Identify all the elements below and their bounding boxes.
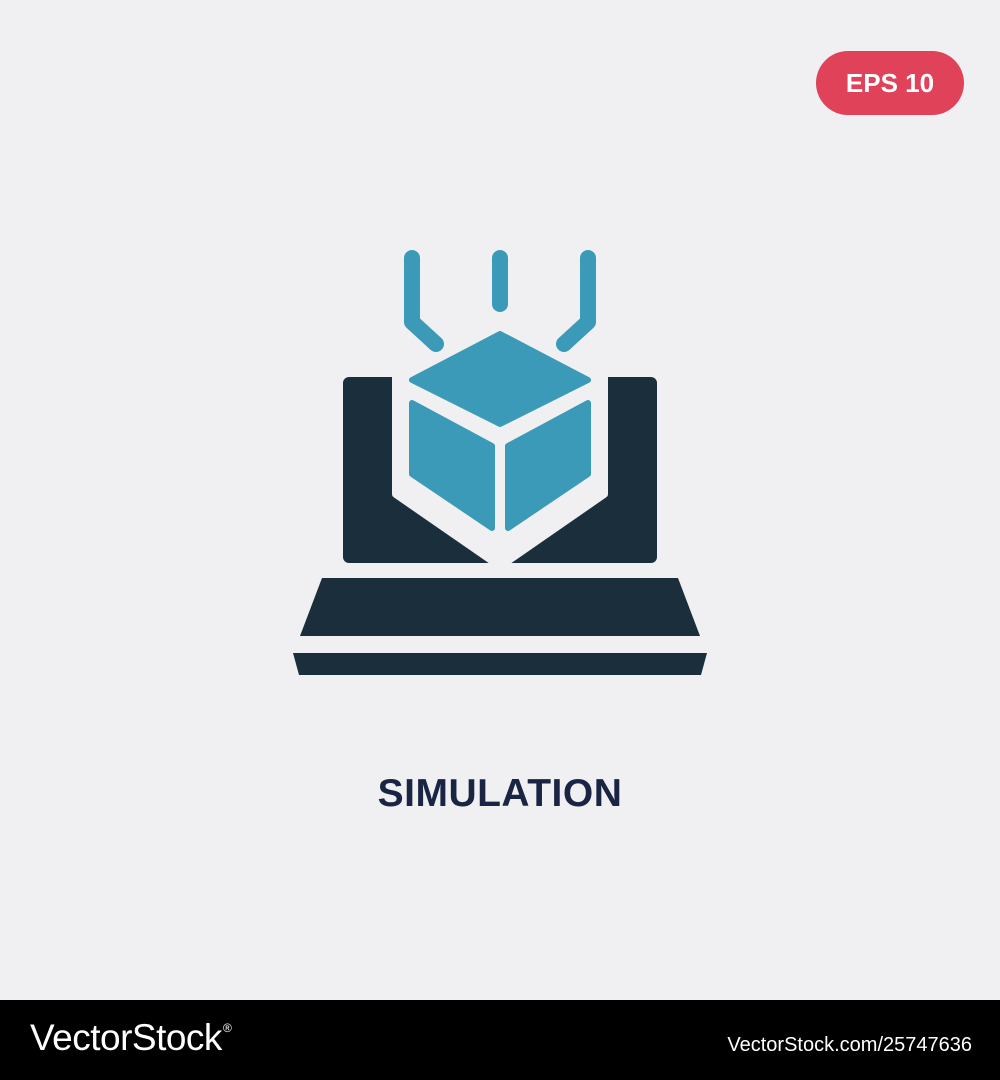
brand-logo: VectorStock® (30, 1017, 232, 1059)
registered-mark: ® (222, 1021, 232, 1035)
image-url: VectorStock.com/25747636 (727, 1034, 972, 1056)
laptop-bottom (293, 653, 707, 675)
laptop-base (300, 578, 700, 636)
artwork-canvas: EPS 10 SIMULATION (0, 0, 1000, 1000)
footer-bar: VectorStock® VectorStock.com/25747636 (0, 1000, 1000, 1080)
simulation-icon (293, 250, 707, 675)
brand-name: VectorStock (30, 1017, 222, 1058)
icon-title: SIMULATION (377, 772, 623, 815)
